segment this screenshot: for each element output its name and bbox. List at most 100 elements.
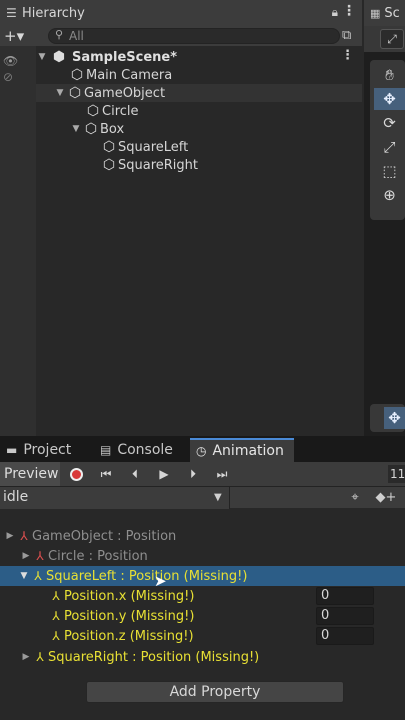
fold-open-icon[interactable]: ▼ xyxy=(54,88,66,98)
hierarchy-item-label: SquareRight xyxy=(118,157,198,173)
tab-animation[interactable]: ◷ Animation xyxy=(190,438,294,462)
transform-icon: ⅄ xyxy=(52,609,60,623)
hierarchy-item-main-camera[interactable]: ⬡ Main Camera xyxy=(36,66,362,84)
property-row-circle[interactable]: ▶ ⅄ Circle : Position xyxy=(0,546,405,566)
property-row-position-y[interactable]: ⅄ Position.y (Missing!) 0 xyxy=(0,606,405,626)
position-y-field[interactable]: 0 xyxy=(316,607,374,625)
clock-icon: ◷ xyxy=(196,444,207,458)
gameobject-icon: ⬡ xyxy=(102,157,116,173)
property-label: Position.x (Missing!) xyxy=(64,588,195,604)
scene-menu-icon[interactable]: ⋮ xyxy=(341,48,354,63)
gameobject-icon: ⬡ xyxy=(102,139,116,155)
last-keyframe-button[interactable]: ⏭ xyxy=(208,462,236,486)
hierarchy-item-circle[interactable]: ⬡ Circle xyxy=(36,102,362,120)
rect-tool-icon[interactable]: ⬚ xyxy=(374,160,405,182)
gameobject-icon: ⬡ xyxy=(86,103,100,119)
animation-toolbar: Preview ⏮ ⏴ ▶ ⏵ ⏭ 11 xyxy=(0,462,405,486)
add-property-button[interactable]: Add Property xyxy=(86,681,344,703)
hierarchy-tab-label: Hierarchy xyxy=(22,5,85,21)
move-tool-icon[interactable]: ✥ xyxy=(384,407,405,429)
gameobject-icon: ⬡ xyxy=(84,121,98,137)
search-input[interactable] xyxy=(69,29,319,43)
hierarchy-item-label: SquareLeft xyxy=(118,139,189,155)
hand-tool-icon[interactable]: ✋︎ xyxy=(374,64,405,86)
hierarchy-scene-row[interactable]: ▼ ⬢ SampleScene* ⋮ xyxy=(36,48,362,66)
tab-hierarchy[interactable]: ☰ Hierarchy xyxy=(0,0,362,26)
position-z-field[interactable]: 0 xyxy=(316,627,374,645)
transform-icon: ⅄ xyxy=(52,589,60,603)
property-label: Circle : Position xyxy=(48,548,148,564)
hierarchy-item-label: Main Camera xyxy=(86,67,173,83)
tab-label: Animation xyxy=(212,443,284,459)
record-button[interactable] xyxy=(62,462,90,486)
unity-scene-icon: ⬢ xyxy=(52,49,66,65)
folder-icon: ▬ xyxy=(6,443,18,457)
hierarchy-search[interactable]: ⚲ xyxy=(48,28,340,44)
preview-button[interactable]: Preview xyxy=(0,462,60,486)
hierarchy-panel: ☰ Hierarchy 🔒︎ ⋮ +▾ ⚲ ⧉ 👁︎ ⊘ ▼ ⬢ SampleS… xyxy=(0,0,362,436)
transform-icon: ⅄ xyxy=(36,549,44,563)
hierarchy-item-squareleft[interactable]: ⬡ SquareLeft xyxy=(36,138,362,156)
scene-view-icon[interactable]: ⤢ xyxy=(380,29,404,49)
tab-scene[interactable]: ▦ Sc xyxy=(364,0,405,26)
hierarchy-item-label: Circle xyxy=(102,103,139,119)
hierarchy-item-gameobject[interactable]: ▼ ⬡ GameObject xyxy=(36,84,362,102)
scale-tool-icon[interactable]: ⤢ xyxy=(374,136,405,158)
keyframe-filter-icon[interactable]: ⌖ xyxy=(346,487,364,508)
fold-open-icon[interactable]: ▼ xyxy=(36,52,48,62)
scene-search-icon[interactable]: ⧉ xyxy=(342,28,351,43)
animation-panel: ▬ Project ▤ Console ◷ Animation Preview … xyxy=(0,436,405,720)
tool-strip: ✋︎ ✥ ⟳ ⤢ ⬚ ⊕ xyxy=(370,60,405,220)
previous-keyframe-button[interactable]: ⏴ xyxy=(121,462,149,486)
frame-field[interactable]: 11 xyxy=(388,465,405,483)
fold-open-icon[interactable]: ▼ xyxy=(70,124,82,134)
hierarchy-item-box[interactable]: ▼ ⬡ Box xyxy=(36,120,362,138)
property-row-squareright[interactable]: ▶ ⅄ SquareRight : Position (Missing!) xyxy=(0,647,405,667)
hierarchy-item-squareright[interactable]: ⬡ SquareRight xyxy=(36,156,362,174)
tab-label: Console xyxy=(117,442,173,458)
scene-panel: ▦ Sc ⤢ ✋︎ ✥ ⟳ ⤢ ⬚ ⊕ ✥ xyxy=(364,0,405,436)
property-row-position-x[interactable]: ⅄ Position.x (Missing!) 0 xyxy=(0,586,405,606)
property-label: Position.y (Missing!) xyxy=(64,608,195,624)
transform-tool-icon[interactable]: ⊕ xyxy=(374,184,405,206)
fold-open-icon[interactable]: ▼ xyxy=(18,571,30,581)
clip-row: idle ▼ ⌖ ◆+ xyxy=(0,486,405,509)
visibility-gutter: 👁︎ ⊘ xyxy=(0,46,36,436)
move-tool-icon[interactable]: ✥ xyxy=(374,88,405,110)
scene-overlay-toolbar: ✥ xyxy=(370,404,405,432)
property-row-squareleft[interactable]: ▼ ⅄ SquareLeft : Position (Missing!) xyxy=(0,566,405,586)
transform-icon: ⅄ xyxy=(34,569,42,583)
rotate-tool-icon[interactable]: ⟳ xyxy=(374,112,405,134)
scene-toolbar: ⤢ xyxy=(364,26,405,52)
property-row-gameobject[interactable]: ▶ ⅄ GameObject : Position xyxy=(0,526,405,546)
next-keyframe-button[interactable]: ⏵ xyxy=(179,462,207,486)
property-label: Position.z (Missing!) xyxy=(64,628,194,644)
eye-hidden-icon[interactable]: ⊘ xyxy=(3,70,13,84)
tab-console[interactable]: ▤ Console xyxy=(94,438,179,462)
scene-name: SampleScene* xyxy=(72,49,178,65)
position-x-field[interactable]: 0 xyxy=(316,587,374,605)
tab-project[interactable]: ▬ Project xyxy=(0,438,77,462)
gameobject-icon: ⬡ xyxy=(70,67,84,83)
fold-closed-icon[interactable]: ▶ xyxy=(4,531,16,541)
mouse-cursor-icon: ➤ xyxy=(154,572,167,590)
bottom-tab-bar: ▬ Project ▤ Console ◷ Animation xyxy=(0,436,405,462)
property-label: SquareRight : Position (Missing!) xyxy=(48,649,260,665)
fold-closed-icon[interactable]: ▶ xyxy=(20,551,32,561)
add-keyframe-icon[interactable]: ◆+ xyxy=(374,487,398,508)
lock-icon[interactable]: 🔒︎ xyxy=(332,5,338,20)
kebab-menu-icon[interactable]: ⋮ xyxy=(342,3,356,19)
grid-icon: ▦ xyxy=(370,6,381,20)
list-icon: ☰ xyxy=(6,6,17,20)
clip-dropdown[interactable]: idle xyxy=(0,487,230,509)
property-row-position-z[interactable]: ⅄ Position.z (Missing!) 0 xyxy=(0,626,405,646)
fold-closed-icon[interactable]: ▶ xyxy=(20,652,32,662)
dropdown-arrow-icon[interactable]: ▼ xyxy=(214,487,222,508)
transform-icon: ⅄ xyxy=(20,529,28,543)
transform-icon: ⅄ xyxy=(52,629,60,643)
eye-icon[interactable]: 👁︎ xyxy=(3,54,18,68)
gameobject-icon: ⬡ xyxy=(68,85,82,101)
first-keyframe-button[interactable]: ⏮ xyxy=(92,462,120,486)
play-button[interactable]: ▶ xyxy=(150,462,178,486)
add-object-button[interactable]: +▾ xyxy=(4,27,36,45)
